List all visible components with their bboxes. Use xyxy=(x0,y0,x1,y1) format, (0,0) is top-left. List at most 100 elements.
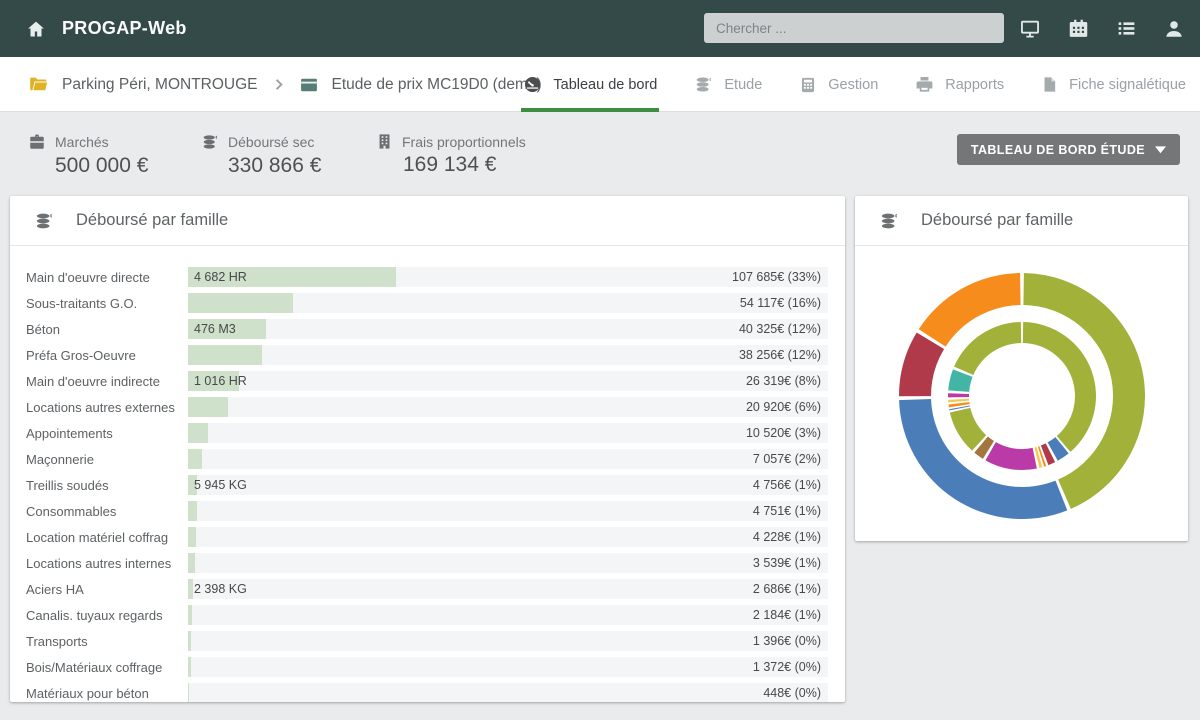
bar-row: Bois/Matériaux coffrage1 372€ (0%) xyxy=(10,654,845,680)
study-card-icon xyxy=(299,75,319,95)
bar-row: Treillis soudés5 945 KG4 756€ (1%) xyxy=(10,472,845,498)
bar-fill xyxy=(188,449,202,469)
stat-marches: Marchés 500 000 € xyxy=(28,133,148,178)
bar-value-label: 38 256€ (12%) xyxy=(739,345,821,365)
bar-row-label: Matériaux pour béton xyxy=(26,686,188,701)
bar-fill xyxy=(188,579,193,599)
bar-fill xyxy=(188,293,293,313)
tab-rapports[interactable]: Rapports xyxy=(915,57,1004,112)
donut-segment-inner-magenta xyxy=(947,393,968,397)
bar-fill xyxy=(188,397,228,417)
bar-value-label: 20 920€ (6%) xyxy=(746,397,821,417)
bar-track: 20 920€ (6%) xyxy=(188,397,828,417)
bar-track: 7 057€ (2%) xyxy=(188,449,828,469)
panel-header: Déboursé par famille xyxy=(10,196,845,246)
donut-segment-inner-green xyxy=(954,322,1021,375)
bar-value-label: 3 539€ (1%) xyxy=(753,553,821,573)
donut-segment-inner-green xyxy=(1022,322,1095,452)
bar-value-label: 4 756€ (1%) xyxy=(753,475,821,495)
dashboard-menu-label: TABLEAU DE BORD ÉTUDE xyxy=(971,143,1145,157)
bar-track: 38 256€ (12%) xyxy=(188,345,828,365)
dashboard-menu-button[interactable]: TABLEAU DE BORD ÉTUDE xyxy=(957,134,1180,165)
bar-row: Canalis. tuyaux regards2 184€ (1%) xyxy=(10,602,845,628)
bar-row: Main d'oeuvre directe4 682 HR107 685€ (3… xyxy=(10,264,845,290)
bar-value-label: 107 685€ (33%) xyxy=(732,267,821,287)
stat-label: Marchés xyxy=(55,134,109,150)
donut-segment-inner-green xyxy=(949,408,985,451)
bar-value-label: 54 117€ (16%) xyxy=(740,293,821,313)
nav-bar: Parking Péri, MONTROUGE Etude de prix MC… xyxy=(0,57,1200,112)
tab-tableau-de-bord[interactable]: Tableau de bord xyxy=(523,57,657,112)
bar-row-label: Aciers HA xyxy=(26,582,188,597)
briefcase-icon xyxy=(28,133,46,151)
stat-value: 330 866 € xyxy=(201,154,321,178)
coins-icon xyxy=(201,133,219,151)
bar-row: Sous-traitants G.O. 54 117€ (16%) xyxy=(10,290,845,316)
bar-value-label: 2 686€ (1%) xyxy=(753,579,821,599)
bar-chart-rows: Main d'oeuvre directe4 682 HR107 685€ (3… xyxy=(10,246,845,702)
bar-row: Locations autres externes 20 920€ (6%) xyxy=(10,394,845,420)
header-actions xyxy=(1006,0,1198,57)
bar-track: 2 398 KG 2 686€ (1%) xyxy=(188,579,828,599)
bar-row-label: Locations autres externes xyxy=(26,400,188,415)
chevron-right-icon xyxy=(271,77,286,92)
donut-chart xyxy=(890,264,1154,528)
tab-label: Gestion xyxy=(828,77,878,93)
bar-track: 4 682 HR107 685€ (33%) xyxy=(188,267,828,287)
list-icon[interactable] xyxy=(1102,0,1150,57)
app-title: PROGAP-Web xyxy=(62,18,187,39)
stat-value: 500 000 € xyxy=(28,154,148,178)
bar-fill xyxy=(188,605,192,625)
bar-row-label: Transports xyxy=(26,634,188,649)
search-input[interactable] xyxy=(704,13,1004,43)
tab-label: Rapports xyxy=(945,77,1004,93)
tab-bar: Tableau de bord Etude Gestion Rapports F… xyxy=(523,57,1186,112)
bar-row-label: Sous-traitants G.O. xyxy=(26,296,188,311)
bar-track: 3 539€ (1%) xyxy=(188,553,828,573)
bar-value-label: 10 520€ (3%) xyxy=(746,423,821,443)
stat-label: Frais proportionnels xyxy=(402,134,526,150)
bar-row: Béton476 M340 325€ (12%) xyxy=(10,316,845,342)
panel-title: Déboursé par famille xyxy=(76,211,228,230)
tab-etude[interactable]: Etude xyxy=(694,57,762,112)
bar-quantity-label: 2 398 KG xyxy=(194,579,247,599)
coins-icon xyxy=(694,75,713,94)
bar-value-label: 40 325€ (12%) xyxy=(739,319,821,339)
bar-track: 476 M340 325€ (12%) xyxy=(188,319,828,339)
tab-label: Fiche signalétique xyxy=(1069,77,1186,93)
bar-track: 4 751€ (1%) xyxy=(188,501,828,521)
bar-track: 1 372€ (0%) xyxy=(188,657,828,677)
bar-row-label: Maçonnerie xyxy=(26,452,188,467)
bar-track: 2 184€ (1%) xyxy=(188,605,828,625)
tab-fiche-signaletique[interactable]: Fiche signalétique xyxy=(1041,57,1186,112)
bar-row-label: Canalis. tuyaux regards xyxy=(26,608,188,623)
bar-row: Consommables4 751€ (1%) xyxy=(10,498,845,524)
bar-fill xyxy=(188,631,191,651)
printer-icon xyxy=(915,75,934,94)
bar-row-label: Main d'oeuvre directe xyxy=(26,270,188,285)
donut-segment-inner-yellow xyxy=(948,399,969,403)
bar-row-label: Main d'oeuvre indirecte xyxy=(26,374,188,389)
panel-title: Déboursé par famille xyxy=(921,211,1073,230)
breadcrumb-project-label: Parking Péri, MONTROUGE xyxy=(62,76,258,94)
monitor-icon[interactable] xyxy=(1006,0,1054,57)
stat-label: Déboursé sec xyxy=(228,134,314,150)
bar-row-label: Consommables xyxy=(26,504,188,519)
calendar-icon[interactable] xyxy=(1054,0,1102,57)
breadcrumb-study[interactable]: Etude de prix MC19D0 (demo) xyxy=(299,75,542,95)
user-icon[interactable] xyxy=(1150,0,1198,57)
bar-quantity-label: 5 945 KG xyxy=(194,475,247,495)
search-box xyxy=(704,13,1004,43)
bar-row: Maçonnerie7 057€ (2%) xyxy=(10,446,845,472)
bar-row-label: Béton xyxy=(26,322,188,337)
bar-track: 1 396€ (0%) xyxy=(188,631,828,651)
tab-gestion[interactable]: Gestion xyxy=(799,57,878,112)
bar-fill xyxy=(188,527,196,547)
home-icon[interactable] xyxy=(26,19,46,39)
bar-fill xyxy=(188,657,191,677)
bar-value-label: 26 319€ (8%) xyxy=(746,371,821,391)
bar-row: Locations autres internes3 539€ (1%) xyxy=(10,550,845,576)
bar-row: Aciers HA 2 398 KG 2 686€ (1%) xyxy=(10,576,845,602)
bar-quantity-label: 1 016 HR xyxy=(194,371,247,391)
breadcrumb-project[interactable]: Parking Péri, MONTROUGE xyxy=(28,74,258,95)
